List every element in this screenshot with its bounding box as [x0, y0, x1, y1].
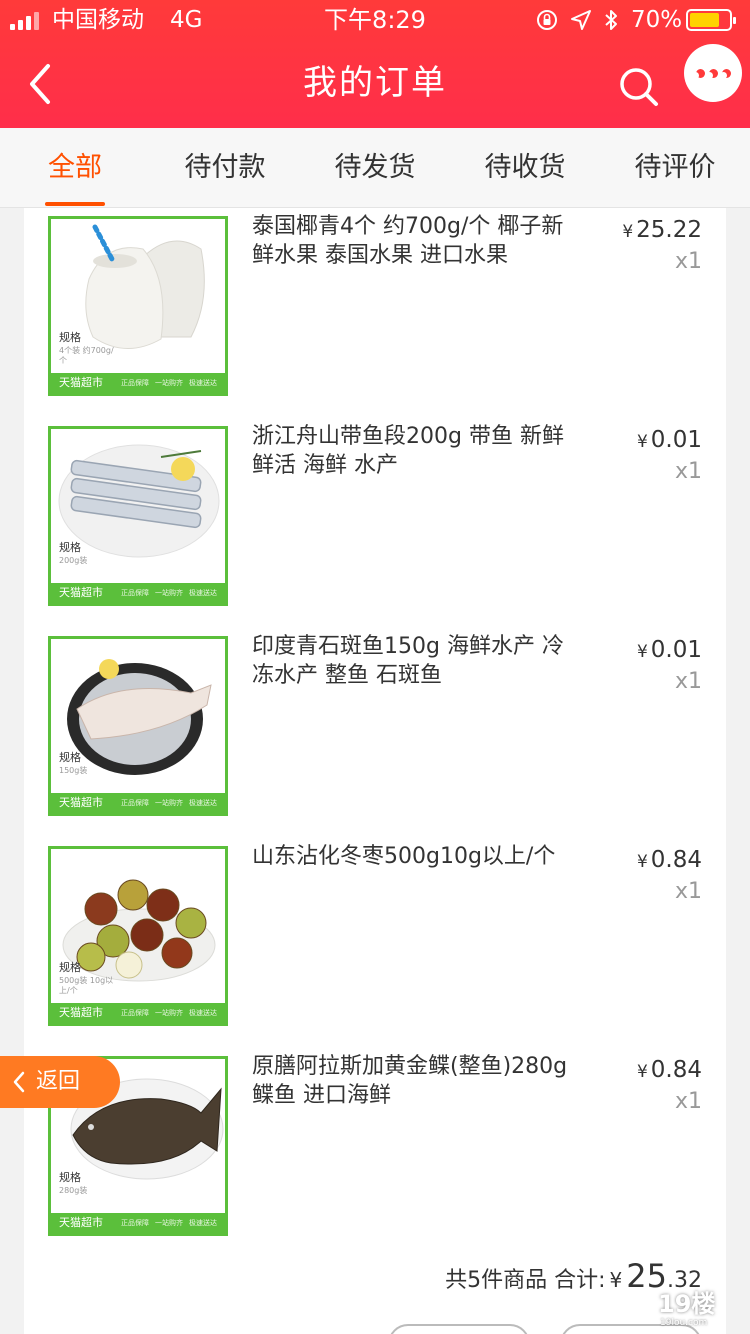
- order-action-button[interactable]: [388, 1324, 530, 1334]
- nav-bar: 我的订单: [0, 40, 750, 128]
- product-title[interactable]: 印度青石斑鱼150g 海鲜水产 冷冻水产 整鱼 石斑鱼: [252, 632, 582, 690]
- brand-bar: 天猫超市 正品保障 一站购齐 极速送达: [51, 583, 225, 603]
- active-tab-indicator: [45, 202, 105, 206]
- status-bar: 中国移动 4G 下午8:29 70%: [0, 0, 750, 40]
- battery-percent: 70%: [631, 7, 683, 33]
- product-quantity: x1: [674, 1089, 702, 1114]
- spec-label: 规格: [59, 541, 81, 554]
- spec-text: 500g装 10g以上/个: [59, 976, 114, 995]
- brand-name: 天猫超市: [59, 586, 103, 599]
- price-value: 0.01: [650, 637, 702, 663]
- price-value: 0.84: [650, 1057, 702, 1083]
- product-title[interactable]: 浙江舟山带鱼段200g 带鱼 新鲜 鲜活 海鲜 水产: [252, 422, 582, 480]
- order-item[interactable]: 规格 280g装 天猫超市 正品保障 一站购齐 极速送达 原膳阿拉斯加黄金鲽(整…: [24, 1052, 726, 1262]
- currency-symbol: ¥: [636, 852, 648, 872]
- currency-symbol: ¥: [636, 432, 648, 452]
- more-dots-icon[interactable]: [690, 72, 730, 82]
- brand-name: 天猫超市: [59, 796, 103, 809]
- product-price: ¥0.84: [637, 846, 702, 876]
- brand-note: 一站购齐: [155, 1009, 183, 1017]
- product-price: ¥0.01: [637, 636, 702, 666]
- price-value: 0.84: [650, 847, 702, 873]
- spec-label: 规格: [59, 961, 81, 974]
- product-price: ¥25.22: [622, 216, 702, 246]
- brand-note: 正品保障: [121, 1009, 149, 1017]
- brand-bar: 天猫超市 正品保障 一站购齐 极速送达: [51, 1213, 225, 1233]
- spec-label: 规格: [59, 751, 81, 764]
- watermark-site: 19lou.com: [660, 1318, 708, 1328]
- order-item[interactable]: 规格 500g装 10g以上/个 天猫超市 正品保障 一站购齐 极速送达 山东沾…: [24, 842, 726, 1052]
- price-value: 25.22: [636, 217, 702, 243]
- product-title[interactable]: 山东沾化冬枣500g10g以上/个: [252, 842, 582, 871]
- brand-note: 正品保障: [121, 379, 149, 387]
- brand-name: 天猫超市: [59, 376, 103, 389]
- tab-all[interactable]: 全部: [25, 148, 125, 188]
- brand-note: 一站购齐: [155, 589, 183, 597]
- spec-label: 规格: [59, 331, 81, 344]
- brand-note: 极速送达: [189, 589, 217, 597]
- total-label: 合计:: [554, 1268, 606, 1293]
- bluetooth-icon: [605, 10, 617, 30]
- product-quantity: x1: [674, 669, 702, 694]
- price-value: 0.01: [650, 427, 702, 453]
- order-item[interactable]: 规格 4个装 约700g/个 天猫超市 正品保障 一站购齐 极速送达 泰国椰青4…: [24, 212, 726, 422]
- order-item[interactable]: 规格 200g装 天猫超市 正品保障 一站购齐 极速送达 浙江舟山带鱼段200g…: [24, 422, 726, 632]
- status-icons: [535, 8, 635, 32]
- product-quantity: x1: [674, 459, 702, 484]
- battery-icon: [686, 9, 736, 31]
- brand-note: 一站购齐: [155, 799, 183, 807]
- product-title[interactable]: 原膳阿拉斯加黄金鲽(整鱼)280g 鲽鱼 进口海鲜: [252, 1052, 582, 1110]
- currency-symbol: ¥: [609, 1268, 623, 1292]
- watermark-text: 19楼: [658, 1290, 716, 1318]
- brand-note: 极速送达: [189, 1009, 217, 1017]
- product-price: ¥0.84: [637, 1056, 702, 1086]
- product-quantity: x1: [674, 879, 702, 904]
- floating-back-button[interactable]: 返回: [0, 1056, 120, 1108]
- product-thumbnail[interactable]: 规格 150g装 天猫超市 正品保障 一站购齐 极速送达: [48, 636, 228, 816]
- spec-text: 150g装: [59, 766, 88, 775]
- order-tabs: 全部 待付款 待发货 待收货 待评价: [0, 128, 750, 208]
- brand-note: 极速送达: [189, 379, 217, 387]
- brand-note: 正品保障: [121, 589, 149, 597]
- brand-note: 一站购齐: [155, 1219, 183, 1227]
- brand-bar: 天猫超市 正品保障 一站购齐 极速送达: [51, 793, 225, 813]
- spec-text: 200g装: [59, 556, 88, 565]
- tab-pending-review[interactable]: 待评价: [620, 148, 730, 188]
- brand-name: 天猫超市: [59, 1006, 103, 1019]
- spec-label: 规格: [59, 1171, 81, 1184]
- spec-text: 4个装 约700g/个: [59, 346, 114, 365]
- product-thumbnail[interactable]: 规格 200g装 天猫超市 正品保障 一站购齐 极速送达: [48, 426, 228, 606]
- search-icon[interactable]: [614, 62, 662, 110]
- brand-note: 正品保障: [121, 1219, 149, 1227]
- brand-bar: 天猫超市 正品保障 一站购齐 极速送达: [51, 373, 225, 393]
- currency-symbol: ¥: [636, 1062, 648, 1082]
- brand-name: 天猫超市: [59, 1216, 103, 1229]
- product-thumbnail[interactable]: 规格 4个装 约700g/个 天猫超市 正品保障 一站购齐 极速送达: [48, 216, 228, 396]
- product-quantity: x1: [674, 249, 702, 274]
- spec-text: 280g装: [59, 1186, 88, 1195]
- brand-note: 一站购齐: [155, 379, 183, 387]
- currency-symbol: ¥: [636, 642, 648, 662]
- order-card: 规格 4个装 约700g/个 天猫超市 正品保障 一站购齐 极速送达 泰国椰青4…: [24, 208, 726, 1334]
- product-thumbnail[interactable]: 规格 500g装 10g以上/个 天猫超市 正品保障 一站购齐 极速送达: [48, 846, 228, 1026]
- tab-pending-shipment[interactable]: 待发货: [320, 148, 430, 188]
- currency-symbol: ¥: [622, 222, 634, 242]
- product-price: ¥0.01: [637, 426, 702, 456]
- item-count: 共5件商品: [445, 1268, 548, 1293]
- brand-note: 极速送达: [189, 1219, 217, 1227]
- orientation-lock-icon: [537, 10, 557, 30]
- watermark-logo: 19楼 19lou.com: [650, 1290, 746, 1330]
- tab-pending-payment[interactable]: 待付款: [170, 148, 280, 188]
- tab-pending-receipt[interactable]: 待收货: [470, 148, 580, 188]
- order-item[interactable]: 规格 150g装 天猫超市 正品保障 一站购齐 极速送达 印度青石斑鱼150g …: [24, 632, 726, 842]
- product-title[interactable]: 泰国椰青4个 约700g/个 椰子新鲜水果 泰国水果 进口水果: [252, 212, 582, 270]
- location-arrow-icon: [571, 10, 591, 30]
- brand-note: 正品保障: [121, 799, 149, 807]
- brand-bar: 天猫超市 正品保障 一站购齐 极速送达: [51, 1003, 225, 1023]
- app-header: 中国移动 4G 下午8:29 70% 我的订单: [0, 0, 750, 128]
- brand-note: 极速送达: [189, 799, 217, 807]
- floating-back-label: 返回: [36, 1069, 81, 1094]
- chevron-left-icon: [13, 1071, 25, 1093]
